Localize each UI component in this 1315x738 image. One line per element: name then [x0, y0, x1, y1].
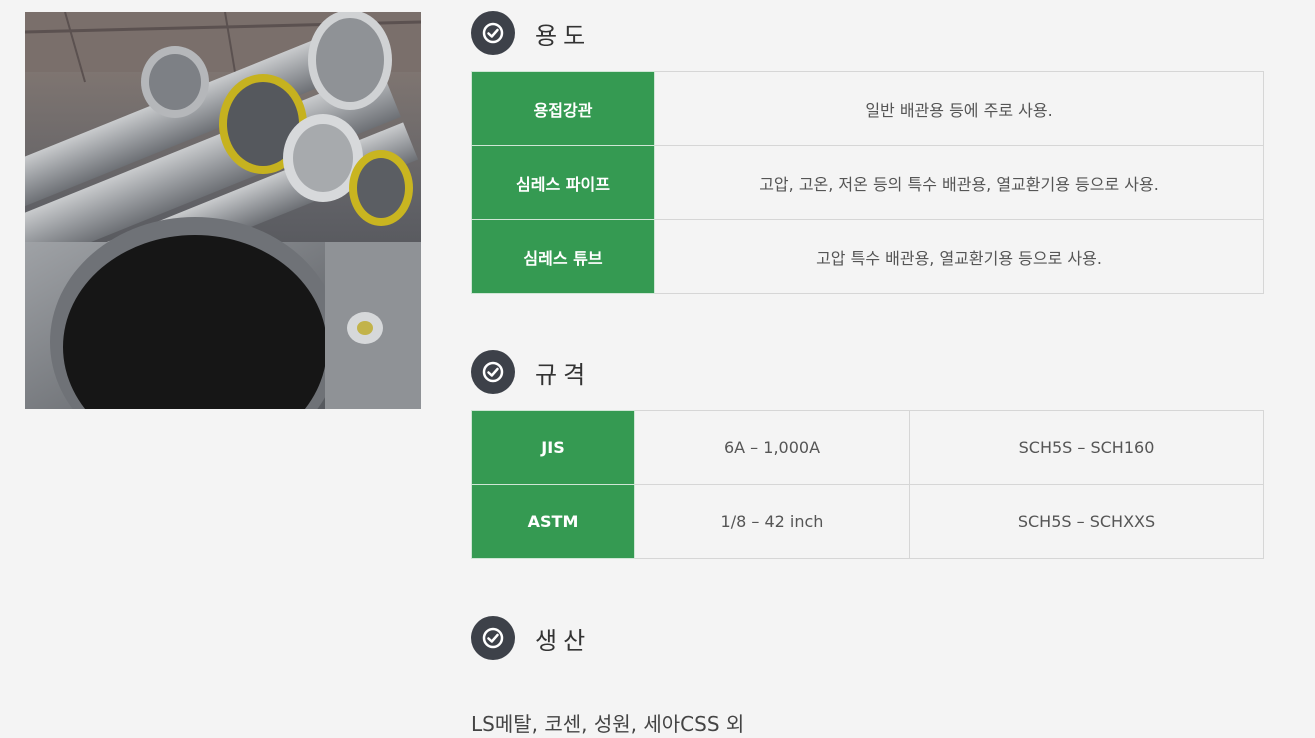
table-row: 심레스 파이프 고압, 고온, 저온 등의 특수 배관용, 열교환기용 등으로 … — [471, 145, 1264, 220]
table-row: 심레스 튜브 고압 특수 배관용, 열교환기용 등으로 사용. — [471, 219, 1264, 294]
usage-section-header: 용도 — [471, 11, 591, 55]
row-description: 고압 특수 배관용, 열교환기용 등으로 사용. — [654, 219, 1264, 294]
size-range: 1/8 – 42 inch — [634, 484, 910, 559]
size-range: 6A – 1,000A — [634, 410, 910, 485]
schedule-range: SCH5S – SCH160 — [909, 410, 1264, 485]
check-circle-icon — [471, 11, 515, 55]
check-circle-icon — [471, 616, 515, 660]
table-row: 용접강관 일반 배관용 등에 주로 사용. — [471, 71, 1264, 146]
producers-text: LS메탈, 코센, 성원, 세아CSS 외 — [471, 712, 745, 736]
row-label: JIS — [471, 410, 635, 485]
pipes-illustration — [25, 12, 421, 409]
section-title: 생산 — [535, 626, 592, 655]
schedule-range: SCH5S – SCHXXS — [909, 484, 1264, 559]
production-section-header: 생산 — [471, 616, 591, 660]
table-row: ASTM 1/8 – 42 inch SCH5S – SCHXXS — [471, 484, 1264, 559]
section-title: 규격 — [535, 360, 592, 389]
section-title: 용도 — [535, 21, 592, 50]
product-photo — [25, 12, 421, 409]
row-label: 용접강관 — [471, 71, 655, 146]
check-circle-icon — [471, 350, 515, 394]
row-label: 심레스 파이프 — [471, 145, 655, 220]
table-row: JIS 6A – 1,000A SCH5S – SCH160 — [471, 410, 1264, 485]
spec-section-header: 규격 — [471, 350, 591, 394]
row-label: 심레스 튜브 — [471, 219, 655, 294]
usage-table: 용접강관 일반 배관용 등에 주로 사용. 심레스 파이프 고압, 고온, 저온… — [471, 71, 1264, 294]
row-description: 고압, 고온, 저온 등의 특수 배관용, 열교환기용 등으로 사용. — [654, 145, 1264, 220]
spec-table: JIS 6A – 1,000A SCH5S – SCH160 ASTM 1/8 … — [471, 410, 1264, 559]
row-label: ASTM — [471, 484, 635, 559]
row-description: 일반 배관용 등에 주로 사용. — [654, 71, 1264, 146]
